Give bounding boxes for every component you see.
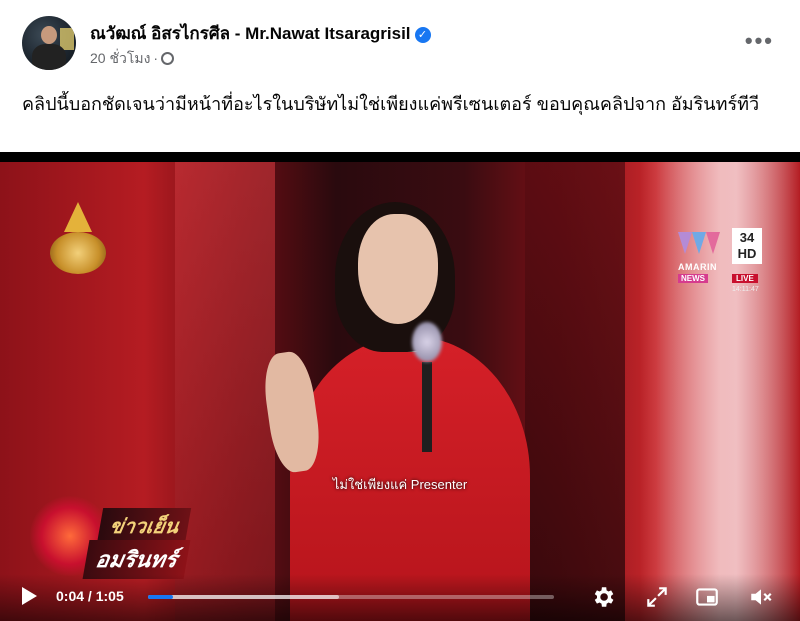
channel-hd-label: HD (737, 246, 757, 261)
channel-news-tag: NEWS (678, 274, 708, 283)
video-frame[interactable]: 34 HD AMARIN NEWS LIVE 14:11:47 ไม่ใช่เพ… (0, 162, 800, 621)
play-icon[interactable] (22, 587, 37, 605)
post-header: ณวัฒณ์ อิสรไกรศีล - Mr.Nawat Itsaragrisi… (0, 0, 800, 78)
progress-fill (148, 595, 174, 599)
microphone-handle (422, 362, 432, 452)
fullscreen-icon[interactable] (644, 584, 670, 610)
picture-in-picture-icon[interactable] (694, 584, 720, 610)
show-logo: ข่าวเย็น อมรินทร์ (30, 488, 240, 579)
channel-logo: 34 HD AMARIN NEWS LIVE 14:11:47 (678, 228, 768, 298)
live-badge: LIVE (732, 274, 758, 283)
author-name-row: ณวัฒณ์ อิสรไกรศีล - Mr.Nawat Itsaragrisi… (90, 20, 431, 47)
author-name[interactable]: ณวัฒณ์ อิสรไกรศีล - Mr.Nawat Itsaragrisi… (90, 24, 411, 43)
post-meta: 20 ชั่วโมง · (90, 48, 175, 70)
microphone-head-blurred (412, 322, 442, 362)
emblem-crown (64, 202, 92, 232)
progress-bar[interactable] (148, 595, 554, 599)
royal-emblem-logo (50, 202, 106, 274)
studio-panel-right (525, 162, 625, 621)
verified-badge-icon: ✓ (414, 27, 431, 43)
channel-brand: AMARIN (678, 262, 717, 272)
playback-time: 0:04 / 1:05 (56, 588, 124, 604)
show-logo-line1: ข่าวเย็น (96, 508, 192, 544)
time-separator: / (84, 588, 96, 604)
avatar-body (32, 44, 66, 70)
broadcast-clock: 14:11:47 (732, 286, 759, 293)
globe-icon (161, 52, 175, 65)
post-caption: คลิปนี้บอกชัดเจนว่ามีหน้าที่อะไรในบริษัท… (22, 94, 760, 114)
current-time: 0:04 (56, 588, 85, 604)
buffered-bar (148, 595, 339, 599)
video-subtitle: ไม่ใช่เพียงแค่ Presenter (332, 477, 468, 492)
channel-number-value: 34 (739, 230, 755, 245)
channel-number: 34 HD (732, 228, 762, 264)
settings-gear-icon[interactable] (590, 584, 616, 610)
mute-icon[interactable] (748, 584, 774, 610)
avatar-head (41, 26, 57, 44)
video-player[interactable]: 34 HD AMARIN NEWS LIVE 14:11:47 ไม่ใช่เพ… (0, 152, 800, 621)
author-avatar[interactable] (22, 16, 76, 70)
video-controls: 0:04 / 1:05 (0, 574, 800, 621)
meta-separator: · (153, 50, 159, 66)
emblem-seal (50, 232, 106, 274)
more-options-button[interactable]: ••• (745, 28, 774, 54)
microphone (412, 322, 442, 452)
presenter-face (358, 214, 438, 324)
post-timestamp[interactable]: 20 ชั่วโมง (90, 50, 150, 66)
duration: 1:05 (95, 588, 124, 604)
amarin-logo-icon (678, 232, 720, 258)
